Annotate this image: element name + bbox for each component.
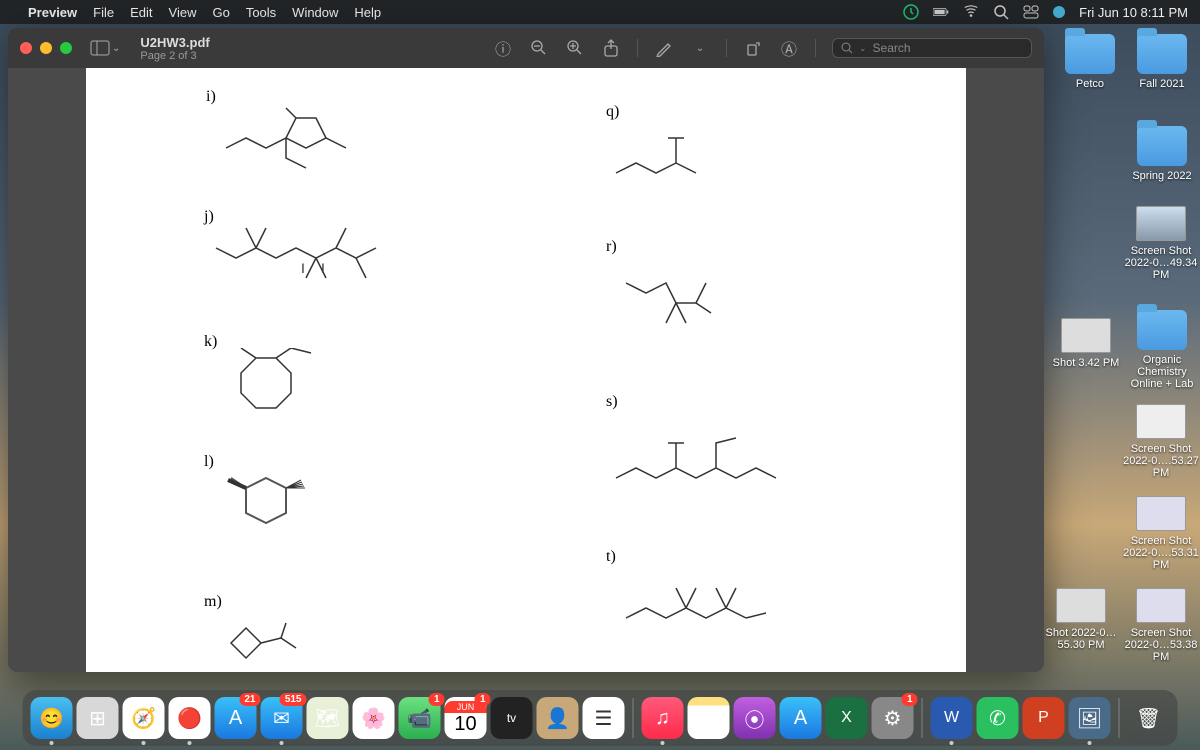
desktop: Petco Fall 2021 Spring 2022 Screen Shot … [1050, 28, 1200, 688]
molecule-i [216, 98, 376, 188]
clock[interactable]: Fri Jun 10 8:11 PM [1079, 5, 1188, 20]
minimize-button[interactable] [40, 42, 52, 54]
molecule-j: I I [206, 218, 386, 298]
dock-separator-3 [1119, 698, 1120, 738]
problem-s-label: s) [606, 393, 618, 410]
dock-finder[interactable]: 😊 [31, 697, 73, 739]
dock-excel[interactable]: X [826, 697, 868, 739]
dock-powerpoint[interactable]: P [1023, 697, 1065, 739]
sidebar-toggle[interactable]: ⌄ [90, 40, 120, 56]
spotlight-icon[interactable] [993, 4, 1009, 20]
search-icon [841, 42, 853, 54]
dock: 😊 ⊞ 🧭 🔴 A21 ✉515 🗺 🌸 📹1 JUN 10 1 tv 👤 ☰ … [23, 690, 1178, 746]
dock-contacts[interactable]: 👤 [537, 697, 579, 739]
molecule-l [216, 468, 346, 548]
page-indicator: Page 2 of 3 [140, 50, 209, 62]
molecule-m [211, 613, 311, 672]
dock-mail[interactable]: ✉515 [261, 697, 303, 739]
markup-dropdown[interactable]: ⌄ [690, 38, 710, 58]
problem-m-label: m) [204, 593, 222, 610]
dock-music[interactable]: ♫ [642, 697, 684, 739]
zoom-in-button[interactable] [565, 38, 585, 58]
search-field[interactable]: ⌄ Search [832, 38, 1032, 58]
screenshot-shot-5530[interactable]: Shot 2022-0…55.30 PM [1042, 588, 1120, 651]
dock-separator-1 [633, 698, 634, 738]
menu-go[interactable]: Go [212, 5, 229, 20]
problem-q-label: q) [606, 103, 619, 120]
menu-file[interactable]: File [93, 5, 114, 20]
molecule-k [216, 348, 346, 428]
markup-button[interactable] [654, 38, 674, 58]
control-center-icon[interactable] [1023, 4, 1039, 20]
molecule-t [616, 568, 776, 638]
menu-tools[interactable]: Tools [246, 5, 276, 20]
dock-photos[interactable]: 🌸 [353, 697, 395, 739]
folder-organic-chemistry[interactable]: Organic Chemistry Online + Lab [1122, 310, 1200, 390]
dock-word[interactable]: W [931, 697, 973, 739]
highlight-button[interactable]: Ⓐ [779, 38, 799, 58]
dock-trash[interactable]: 🗑 [1128, 697, 1170, 739]
close-button[interactable] [20, 42, 32, 54]
dock-reminders[interactable]: ☰ [583, 697, 625, 739]
rotate-button[interactable] [743, 38, 763, 58]
dock-launchpad[interactable]: ⊞ [77, 697, 119, 739]
document-viewport[interactable]: i) j) I I k) l) [8, 68, 1044, 672]
problem-i-label: i) [206, 88, 216, 105]
dock-system-preferences[interactable]: ⚙1 [872, 697, 914, 739]
dock-appstore[interactable]: A21 [215, 697, 257, 739]
menu-window[interactable]: Window [292, 5, 338, 20]
hotspot-icon[interactable] [963, 4, 979, 20]
user-icon[interactable] [1053, 6, 1065, 18]
search-placeholder: Search [873, 41, 911, 55]
dock-safari[interactable]: 🧭 [123, 697, 165, 739]
menu-help[interactable]: Help [354, 5, 381, 20]
zoom-out-button[interactable] [529, 38, 549, 58]
menu-bar: Preview File Edit View Go Tools Window H… [0, 0, 1200, 24]
dock-podcasts[interactable]: ⦿ [734, 697, 776, 739]
menu-edit[interactable]: Edit [130, 5, 152, 20]
screenshot-3[interactable]: Screen Shot 2022-0….53.31 PM [1122, 496, 1200, 571]
dock-calendar[interactable]: JUN 10 1 [445, 697, 487, 739]
problem-l-label: l) [204, 453, 214, 470]
dock-facetime[interactable]: 📹1 [399, 697, 441, 739]
svg-text:I: I [321, 260, 325, 276]
dock-notes[interactable] [688, 697, 730, 739]
battery-icon[interactable] [933, 4, 949, 20]
molecule-r [616, 263, 736, 343]
grammarly-icon[interactable] [903, 4, 919, 20]
dock-tv[interactable]: tv [491, 697, 533, 739]
folder-petco[interactable]: Petco [1056, 34, 1124, 90]
share-button[interactable] [601, 38, 621, 58]
dock-app-store-2[interactable]: A [780, 697, 822, 739]
zoom-button[interactable] [60, 42, 72, 54]
window-titlebar: ⌄ U2HW3.pdf Page 2 of 3 ⓘ ⌄ Ⓐ ⌄ Search [8, 28, 1044, 68]
app-menu[interactable]: Preview [28, 5, 77, 20]
molecule-s [606, 418, 786, 498]
screenshot-1[interactable]: Screen Shot 2022-0…49.34 PM [1122, 206, 1200, 281]
folder-fall-2021[interactable]: Fall 2021 [1128, 34, 1196, 90]
info-button[interactable]: ⓘ [493, 38, 513, 58]
folder-spring-2022[interactable]: Spring 2022 [1128, 126, 1196, 182]
dock-whatsapp[interactable]: ✆ [977, 697, 1019, 739]
svg-text:I: I [301, 260, 305, 276]
dock-separator-2 [922, 698, 923, 738]
dock-maps[interactable]: 🗺 [307, 697, 349, 739]
pdf-page: i) j) I I k) l) [86, 68, 966, 672]
screenshot-shot-342[interactable]: Shot 3.42 PM [1052, 318, 1120, 369]
window-controls [20, 42, 72, 54]
problem-t-label: t) [606, 548, 616, 565]
dock-chrome[interactable]: 🔴 [169, 697, 211, 739]
molecule-q [606, 123, 726, 193]
problem-r-label: r) [606, 238, 617, 255]
screenshot-2[interactable]: Screen Shot 2022-0….53.27 PM [1122, 404, 1200, 479]
dock-preview[interactable]: 🖼 [1069, 697, 1111, 739]
preview-window: ⌄ U2HW3.pdf Page 2 of 3 ⓘ ⌄ Ⓐ ⌄ Search [8, 28, 1044, 672]
menu-view[interactable]: View [169, 5, 197, 20]
screenshot-4[interactable]: Screen Shot 2022-0…53.38 PM [1122, 588, 1200, 663]
document-title: U2HW3.pdf [140, 35, 209, 50]
